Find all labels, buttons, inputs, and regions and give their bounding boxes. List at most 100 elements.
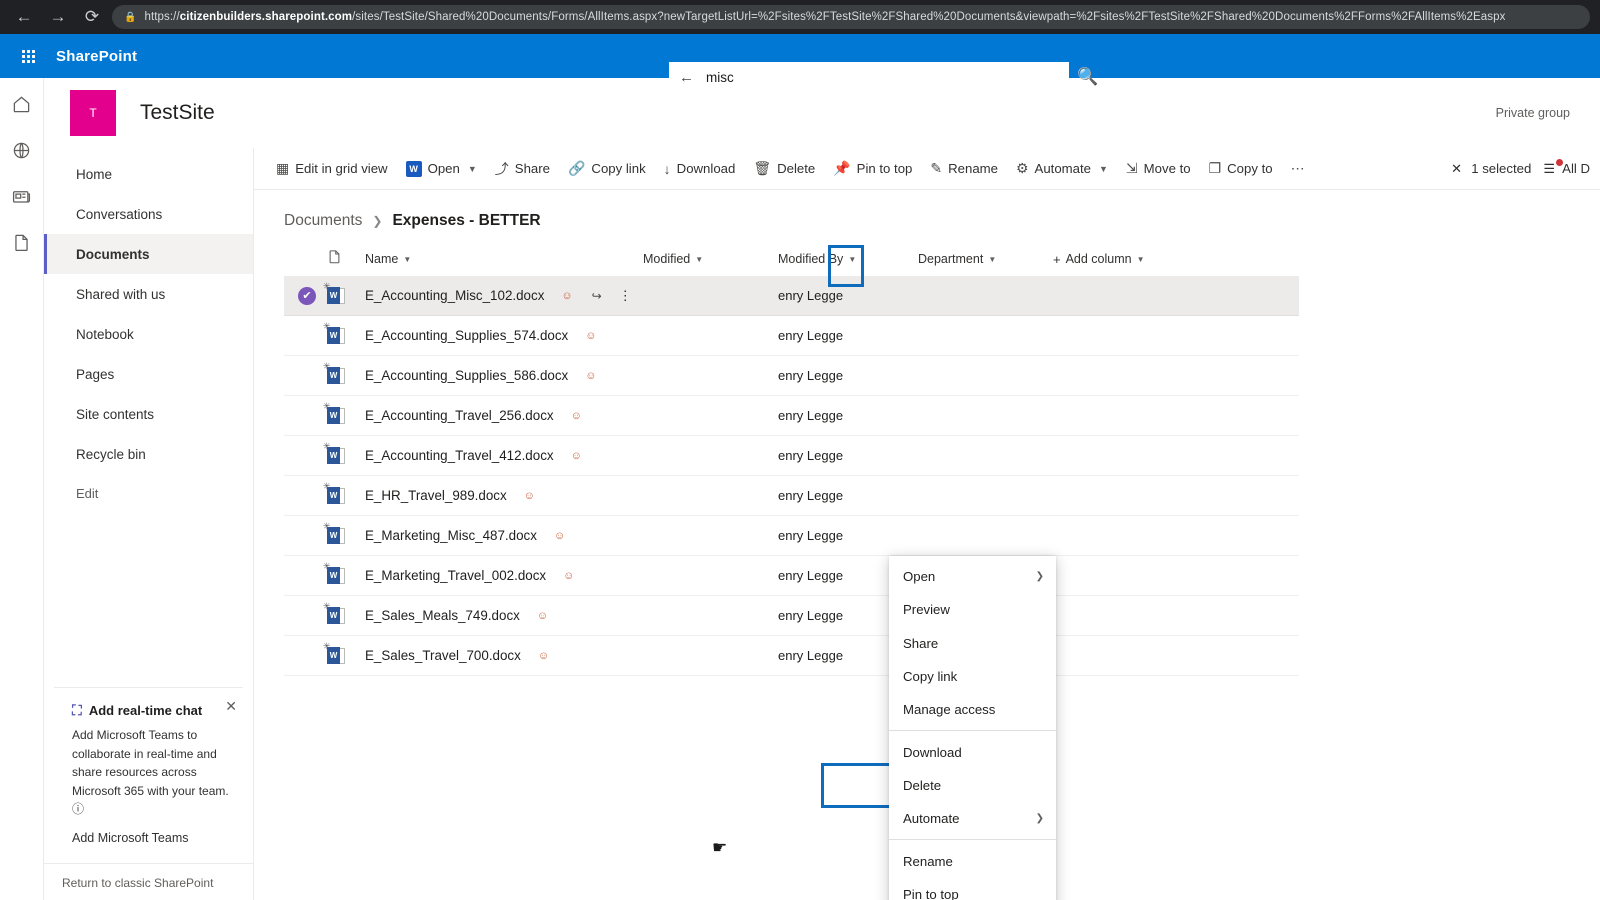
row-checkbox[interactable] [287, 407, 327, 425]
file-name-cell[interactable]: E_Sales_Travel_700.docx ☺ [365, 648, 643, 663]
breadcrumb-root[interactable]: Documents [284, 212, 362, 230]
open-button[interactable]: W Open ▼ [398, 152, 485, 186]
selection-status[interactable]: ✕ 1 selected [1443, 161, 1539, 177]
sidebar-item-site-contents[interactable]: Site contents [44, 394, 253, 434]
sidebar-edit-link[interactable]: Edit [44, 486, 253, 501]
row-checkbox[interactable] [287, 567, 327, 585]
browser-forward-button[interactable]: → [44, 3, 72, 31]
sidebar-item-documents[interactable]: Documents [44, 234, 253, 274]
ellipsis-vertical-icon[interactable]: ⋮ [619, 288, 632, 304]
delete-button[interactable]: 🗑 Delete [745, 152, 823, 186]
sidebar-item-shared-with-us[interactable]: Shared with us [44, 274, 253, 314]
table-row[interactable]: ✳ W E_Marketing_Travel_002.docx ☺ enry Legge [284, 556, 1299, 596]
row-checkbox[interactable]: ✔ [287, 286, 327, 305]
chevron-down-icon: ▼ [467, 163, 477, 174]
move-to-button[interactable]: ⇲ Move to [1118, 152, 1199, 186]
table-row[interactable]: ✳ W E_Marketing_Misc_487.docx ☺ enry Legge [284, 516, 1299, 556]
table-row[interactable]: ✳ W E_Accounting_Supplies_574.docx ☺ enry Le… [284, 316, 1299, 356]
row-checkbox[interactable] [287, 647, 327, 665]
browser-back-button[interactable]: ← [10, 3, 38, 31]
add-column-button[interactable]: + Add column ▼ [1053, 252, 1145, 267]
copy-to-button[interactable]: ❐ Copy to [1201, 152, 1281, 186]
menu-item-open[interactable]: Open ❯ [889, 560, 1056, 593]
shared-people-icon: ☺ [536, 609, 549, 622]
column-header-modified-by[interactable]: Modified By ▼ [778, 252, 918, 266]
search-icon[interactable]: 🔍 [1077, 67, 1098, 87]
file-name-cell[interactable]: E_Marketing_Travel_002.docx ☺ [365, 568, 643, 583]
row-checkbox[interactable] [287, 527, 327, 545]
menu-item-preview[interactable]: Preview [889, 593, 1056, 626]
row-checkbox[interactable] [287, 447, 327, 465]
document-icon[interactable] [10, 230, 34, 254]
download-button[interactable]: ↓ Download [656, 152, 744, 186]
table-row[interactable]: ✳ W E_Accounting_Supplies_586.docx ☺ enry Le… [284, 356, 1299, 396]
menu-item-manage-access[interactable]: Manage access [889, 693, 1056, 726]
sidebar-item-pages[interactable]: Pages [44, 354, 253, 394]
file-name-cell[interactable]: E_Sales_Meals_749.docx ☺ [365, 608, 643, 623]
column-header-name[interactable]: Name ▼ [365, 252, 643, 266]
table-row[interactable]: ✳ W E_Accounting_Travel_412.docx ☺ enry Legg… [284, 436, 1299, 476]
app-launcher-icon[interactable] [6, 34, 50, 78]
browser-reload-button[interactable]: ⟳ [78, 3, 106, 31]
automate-button[interactable]: ⚙ Automate ▼ [1008, 152, 1116, 186]
copy-link-button[interactable]: 🔗 Copy link [560, 152, 654, 186]
add-microsoft-teams-link[interactable]: Add Microsoft Teams [72, 831, 235, 845]
file-name-cell[interactable]: E_Accounting_Travel_412.docx ☺ [365, 448, 643, 463]
column-header-department[interactable]: Department ▼ [918, 252, 1053, 266]
return-to-classic-link[interactable]: Return to classic SharePoint [44, 863, 253, 900]
sidebar-item-conversations[interactable]: Conversations [44, 194, 253, 234]
menu-item-label: Open [903, 569, 936, 585]
menu-item-share[interactable]: Share [889, 627, 1056, 660]
sidebar-item-notebook[interactable]: Notebook [44, 314, 253, 354]
more-commands-button[interactable]: ⋯ [1283, 152, 1313, 186]
share-button[interactable]: ⤴ Share [487, 152, 558, 186]
file-name-cell[interactable]: E_HR_Travel_989.docx ☺ [365, 488, 643, 503]
modified-by-cell: enry Legge [778, 368, 844, 383]
arrow-left-icon[interactable]: ← [679, 69, 694, 86]
column-header-modified[interactable]: Modified ▼ [643, 252, 778, 266]
search-input[interactable]: ← misc [669, 62, 1069, 92]
rename-button[interactable]: ✎ Rename [922, 152, 1006, 186]
command-label: Delete [777, 161, 816, 176]
site-title[interactable]: TestSite [140, 101, 215, 125]
news-icon[interactable] [10, 184, 34, 208]
file-name-cell[interactable]: E_Accounting_Misc_102.docx ☺ ↪ ⋮ [365, 288, 643, 304]
table-row[interactable]: ✳ W E_Sales_Travel_700.docx ☺ enry Legge [284, 636, 1299, 676]
edit-in-grid-view-button[interactable]: ▦ Edit in grid view [268, 152, 396, 186]
sidebar-item-home[interactable]: Home [44, 154, 253, 194]
row-checkbox[interactable] [287, 327, 327, 345]
table-row[interactable]: ✳ W E_HR_Travel_989.docx ☺ enry Legge [284, 476, 1299, 516]
breadcrumb-current: Expenses - BETTER [392, 212, 541, 229]
sidebar-item-recycle-bin[interactable]: Recycle bin [44, 434, 253, 474]
row-checkbox[interactable] [287, 487, 327, 505]
sharepoint-brand[interactable]: SharePoint [56, 48, 137, 65]
menu-item-automate[interactable]: Automate ❯ [889, 802, 1056, 835]
view-selector[interactable]: ☰ All D [1543, 158, 1590, 177]
file-name-cell[interactable]: E_Accounting_Supplies_586.docx ☺ [365, 368, 643, 383]
command-bar: ▦ Edit in grid view W Open ▼ ⤴ Share 🔗 C… [254, 148, 1600, 190]
home-icon[interactable] [10, 92, 34, 116]
file-name-cell[interactable]: E_Accounting_Supplies_574.docx ☺ [365, 328, 643, 343]
info-icon[interactable]: ⓘ [72, 802, 84, 816]
close-icon[interactable]: ✕ [225, 698, 237, 715]
file-name-cell[interactable]: E_Marketing_Misc_487.docx ☺ [365, 528, 643, 543]
address-bar[interactable]: 🔒 https://citizenbuilders.sharepoint.com… [112, 5, 1590, 29]
pin-to-top-button[interactable]: 📌 Pin to top [825, 152, 920, 186]
file-name-cell[interactable]: E_Accounting_Travel_256.docx ☺ [365, 408, 643, 423]
row-checkbox[interactable] [287, 607, 327, 625]
shared-people-icon: ☺ [523, 489, 535, 502]
menu-item-delete[interactable]: Delete [889, 769, 1056, 802]
table-row[interactable]: ✳ W E_Accounting_Travel_256.docx ☺ enry Legg… [284, 396, 1299, 436]
row-checkbox[interactable] [287, 367, 327, 385]
menu-item-pin-to-top[interactable]: Pin to top [889, 878, 1056, 900]
site-logo[interactable]: T [70, 89, 116, 136]
table-row[interactable]: ✔ ✳ W E_Accounting_Misc_102.docx ☺ ↪ ⋮ enry Leg… [284, 276, 1299, 316]
table-row[interactable]: ✳ W E_Sales_Meals_749.docx ☺ enry Legge [284, 596, 1299, 636]
close-icon[interactable]: ✕ [1451, 161, 1462, 177]
menu-item-rename[interactable]: Rename [889, 844, 1056, 877]
globe-icon[interactable] [10, 138, 34, 162]
file-name: E_Accounting_Travel_412.docx [365, 448, 554, 463]
menu-item-copy-link[interactable]: Copy link [889, 660, 1056, 693]
share-icon[interactable]: ↪ [592, 289, 602, 303]
menu-item-download[interactable]: Download [889, 735, 1056, 768]
